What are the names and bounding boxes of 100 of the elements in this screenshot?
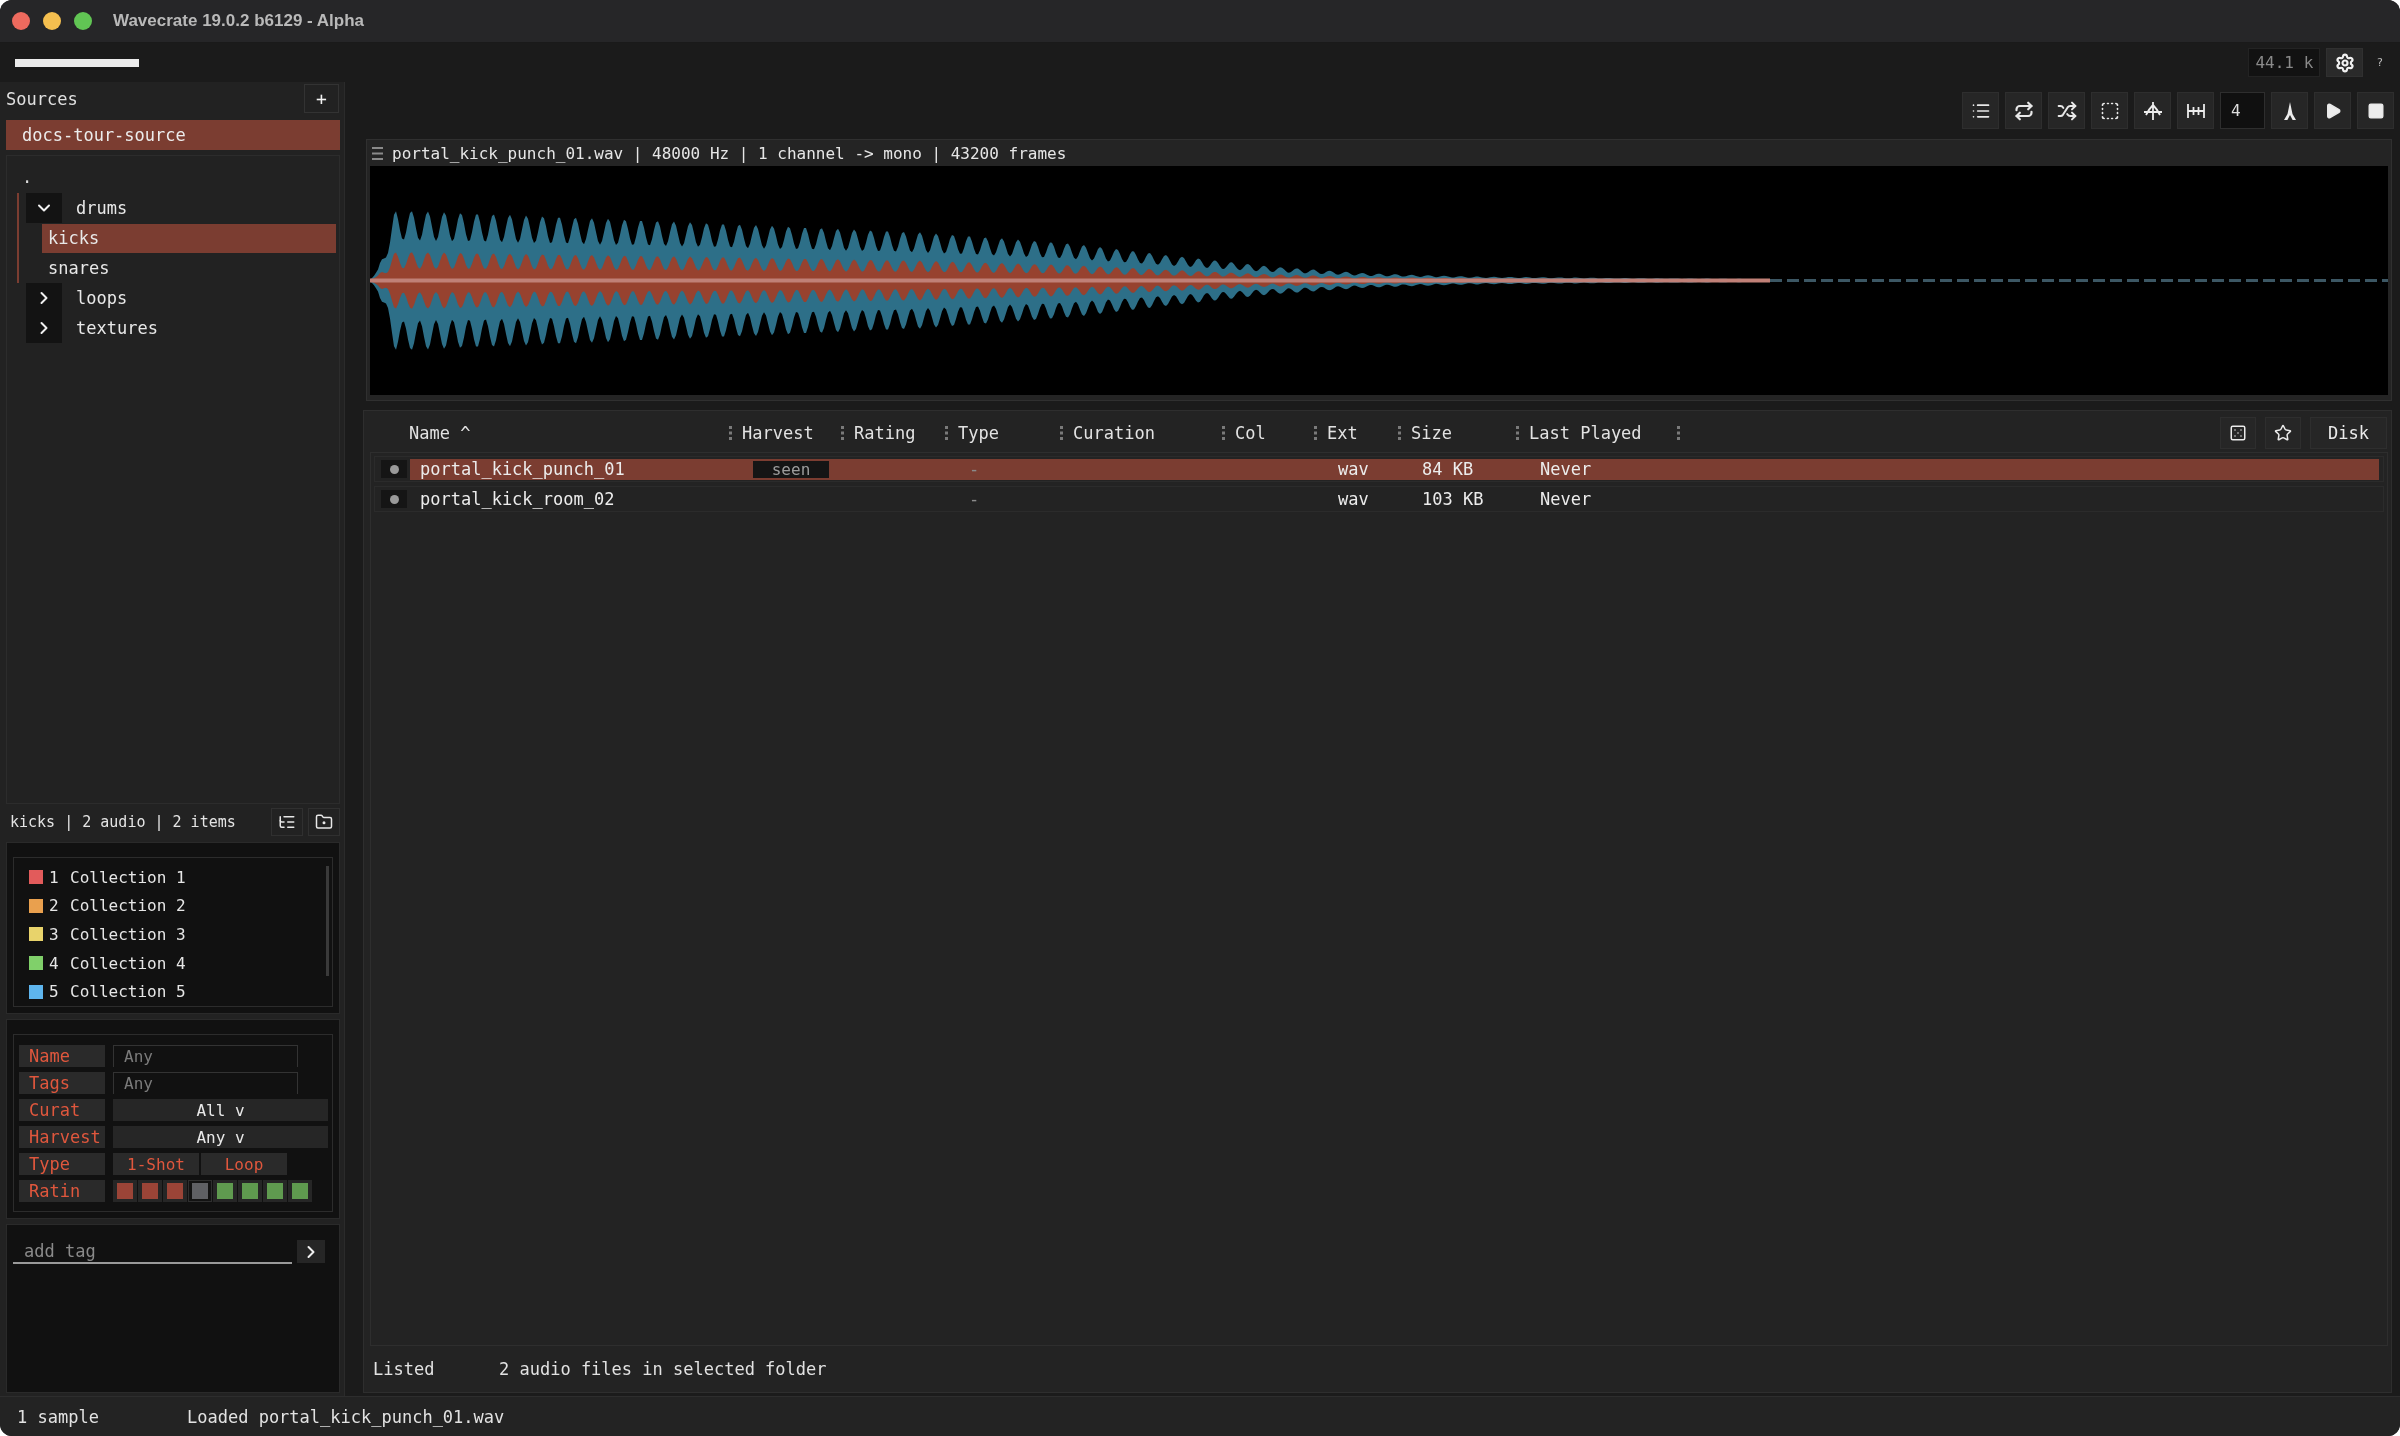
footer-label: Listed (373, 1359, 436, 1379)
stop-button[interactable] (2357, 92, 2394, 129)
column-header[interactable]: Col (1235, 423, 1266, 443)
window-minimize-button[interactable] (43, 12, 61, 30)
folder-item[interactable]: kicks (42, 223, 336, 253)
submit-button[interactable] (297, 1240, 325, 1263)
table-cell: Never (1540, 459, 1592, 479)
column-handle-icon[interactable] (729, 426, 732, 440)
help-button[interactable]: ? (2376, 56, 2383, 69)
sample-count: 1 sample (17, 1406, 100, 1427)
tag-input[interactable]: add tag (13, 1239, 292, 1264)
column-header[interactable]: Harvest (742, 423, 814, 443)
collection-number: 1 (49, 867, 60, 887)
table-cell: wav (1338, 489, 1369, 509)
panel-title: Sources (6, 88, 78, 109)
row-marker-button[interactable] (381, 460, 407, 478)
folder-item[interactable]: textures (70, 313, 164, 343)
table-cell: portal_kick_room_02 (420, 489, 615, 509)
list-button[interactable] (1962, 92, 1999, 129)
column-header[interactable]: Ext (1327, 423, 1358, 443)
expand-toggle[interactable] (26, 193, 62, 223)
column-header[interactable]: Type (958, 423, 999, 443)
filter-input[interactable]: Any (113, 1045, 298, 1067)
sample-info: portal_kick_punch_01.wav | 48000 Hz | 1 channel -> mono | 43200 frames (392, 143, 1067, 163)
disk-button[interactable]: Disk (2310, 417, 2387, 449)
fork-button[interactable] (2134, 92, 2171, 129)
filter-dropdown[interactable]: Any v (113, 1126, 328, 1148)
select-button[interactable] (2091, 92, 2128, 129)
filter-label: Type (19, 1153, 105, 1175)
peak-icon (2283, 101, 2296, 120)
window-zoom-button[interactable] (74, 12, 92, 30)
column-handle-icon[interactable] (1516, 426, 1519, 440)
settings-icon (2334, 52, 2355, 73)
column-handle-icon[interactable] (1060, 426, 1063, 440)
column-handle-icon[interactable] (1222, 426, 1225, 440)
expand-toggle[interactable] (26, 313, 62, 343)
peak-button[interactable] (2271, 92, 2308, 129)
filter-label: Ratin (19, 1180, 105, 1202)
filter-dropdown[interactable]: All v (113, 1099, 328, 1121)
column-handle-icon[interactable] (841, 426, 844, 440)
harvest-tag: seen (753, 460, 829, 478)
table-row[interactable]: portal_kick_punch_01 seen - wav 84 KB Never (410, 458, 2379, 480)
column-header[interactable]: Rating (854, 423, 916, 443)
column-header[interactable]: Name ^ (409, 423, 471, 443)
filter-label: Tags (19, 1072, 105, 1094)
random-button[interactable] (2220, 417, 2256, 449)
collection-name[interactable]: Collection 3 (70, 925, 186, 944)
shuffle-button[interactable] (2048, 92, 2085, 129)
window-close-button[interactable] (12, 12, 30, 30)
bars-field[interactable]: 4 (2220, 92, 2265, 129)
collection-name[interactable]: Collection 4 (70, 953, 186, 973)
filter-label: Curat (19, 1099, 105, 1121)
collection-number: 2 (49, 896, 60, 916)
type-toggle[interactable]: 1-Shot (113, 1153, 199, 1175)
tree-view-button[interactable] (271, 808, 303, 836)
table-cell: wav (1338, 459, 1369, 479)
folder-item[interactable]: loops (70, 283, 134, 313)
filter-label: Name (19, 1045, 105, 1067)
collection-name[interactable]: Collection 5 (70, 982, 186, 1002)
folder-button[interactable] (308, 808, 340, 836)
table-cell: - (969, 459, 980, 479)
column-header[interactable]: Size (1411, 423, 1452, 443)
column-header[interactable]: Last Played (1529, 423, 1642, 443)
column-handle-icon[interactable] (1314, 426, 1317, 440)
row-marker-button[interactable] (381, 490, 407, 508)
loop-button[interactable] (2005, 92, 2042, 129)
dashed-square-icon (2099, 100, 2120, 121)
expand-toggle[interactable] (26, 283, 62, 313)
play-button[interactable] (2314, 92, 2351, 129)
collection-name[interactable]: Collection 1 (70, 867, 186, 887)
source-item[interactable]: docs-tour-source (6, 120, 340, 150)
menu-icon[interactable] (372, 146, 383, 160)
column-header[interactable]: Curation (1073, 423, 1155, 443)
settings-button[interactable] (2326, 48, 2364, 77)
table-cell: portal_kick_punch_01 (420, 459, 625, 479)
add-source-button[interactable]: + (304, 84, 339, 113)
ruler-icon (2186, 103, 2205, 118)
folder-item[interactable]: snares (42, 253, 116, 283)
column-handle-icon[interactable] (1398, 426, 1401, 440)
folder-item[interactable]: drums (70, 193, 134, 223)
fork-icon (2142, 100, 2163, 121)
column-handle-icon[interactable] (1677, 426, 1680, 440)
dot-icon (389, 464, 399, 474)
window-title: Wavecrate 19.0.2 b6129 - Alpha (113, 11, 365, 31)
footer-message: 2 audio files in selected folder (499, 1359, 827, 1379)
tree-root[interactable]: . (22, 163, 33, 193)
filter-input[interactable]: Any (113, 1072, 298, 1094)
favorite-button[interactable] (2265, 417, 2301, 449)
shuffle-icon (2056, 100, 2077, 121)
scrollbar[interactable] (326, 866, 329, 976)
measure-button[interactable] (2177, 92, 2214, 129)
column-handle-icon[interactable] (945, 426, 948, 440)
dice-icon (2229, 424, 2247, 442)
type-toggle[interactable]: Loop (201, 1153, 287, 1175)
collection-name[interactable]: Collection 2 (70, 896, 186, 916)
sample-rate-display: 44.1 k (2248, 48, 2321, 77)
dot-icon (389, 494, 399, 504)
table-cell: - (969, 489, 980, 509)
status-message: Loaded portal_kick_punch_01.wav (187, 1406, 505, 1427)
folder-icon (315, 813, 333, 831)
